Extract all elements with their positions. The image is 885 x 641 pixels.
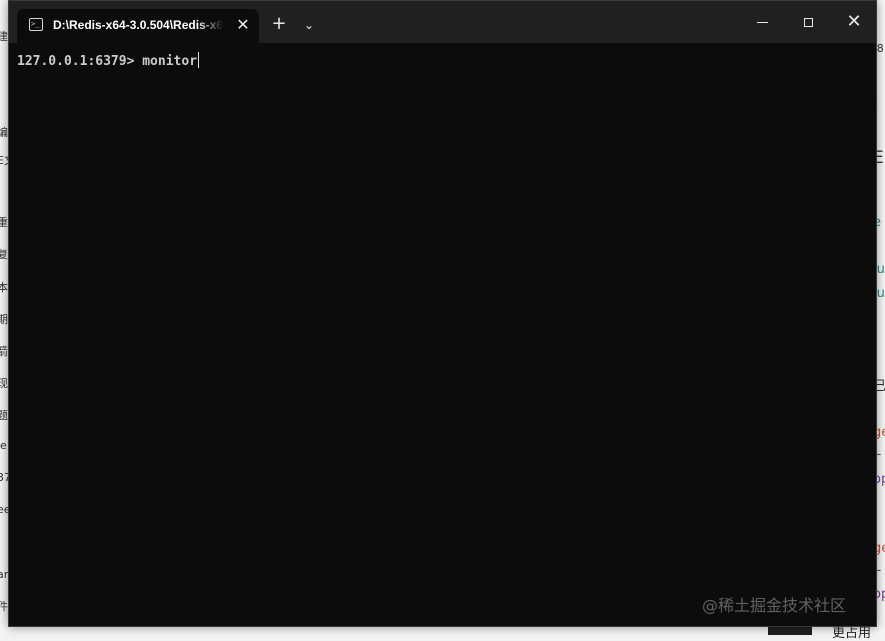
background-fragment: 题: [0, 409, 8, 422]
terminal-icon: >_: [29, 18, 43, 31]
maximize-button[interactable]: [785, 7, 831, 37]
minimize-icon: [756, 21, 768, 23]
background-fragment: 件: [0, 600, 8, 613]
background-fragment: 现: [0, 377, 8, 390]
background-fragment: 箭: [0, 345, 8, 358]
terminal-output[interactable]: 127.0.0.1:6379> monitor: [9, 43, 876, 626]
terminal-window: >_ D:\Redis-x64-3.0.504\Redis-x64-3.0.50…: [8, 0, 877, 627]
minimize-button[interactable]: [739, 7, 785, 37]
background-fragment: 复: [0, 248, 8, 261]
prompt: 127.0.0.1:6379>: [17, 54, 143, 69]
tab-title: D:\Redis-x64-3.0.504\Redis-x64-3.0.504: [53, 18, 223, 32]
background-fragment: 重: [0, 216, 8, 229]
watermark: @稀土掘金技术社区: [702, 596, 847, 615]
chevron-down-icon[interactable]: ⌄: [297, 13, 321, 37]
background-fragment: 建: [0, 30, 8, 43]
background-fragment: 编: [0, 126, 8, 139]
background-fragment: 本: [0, 281, 8, 294]
tab-redis[interactable]: >_ D:\Redis-x64-3.0.504\Redis-x64-3.0.50…: [17, 9, 259, 43]
close-button[interactable]: ✕: [831, 7, 877, 37]
background-fragment: le: [0, 439, 7, 452]
command-text: monitor: [142, 54, 198, 69]
maximize-icon: [803, 18, 813, 27]
new-tab-button[interactable]: +: [267, 13, 291, 37]
close-tab-button[interactable]: ✕: [233, 15, 253, 35]
background-fragment: 期: [0, 313, 8, 326]
terminal-line: 127.0.0.1:6379> monitor: [17, 52, 200, 69]
text-cursor: [198, 52, 200, 68]
titlebar[interactable]: >_ D:\Redis-x64-3.0.504\Redis-x64-3.0.50…: [9, 1, 876, 43]
